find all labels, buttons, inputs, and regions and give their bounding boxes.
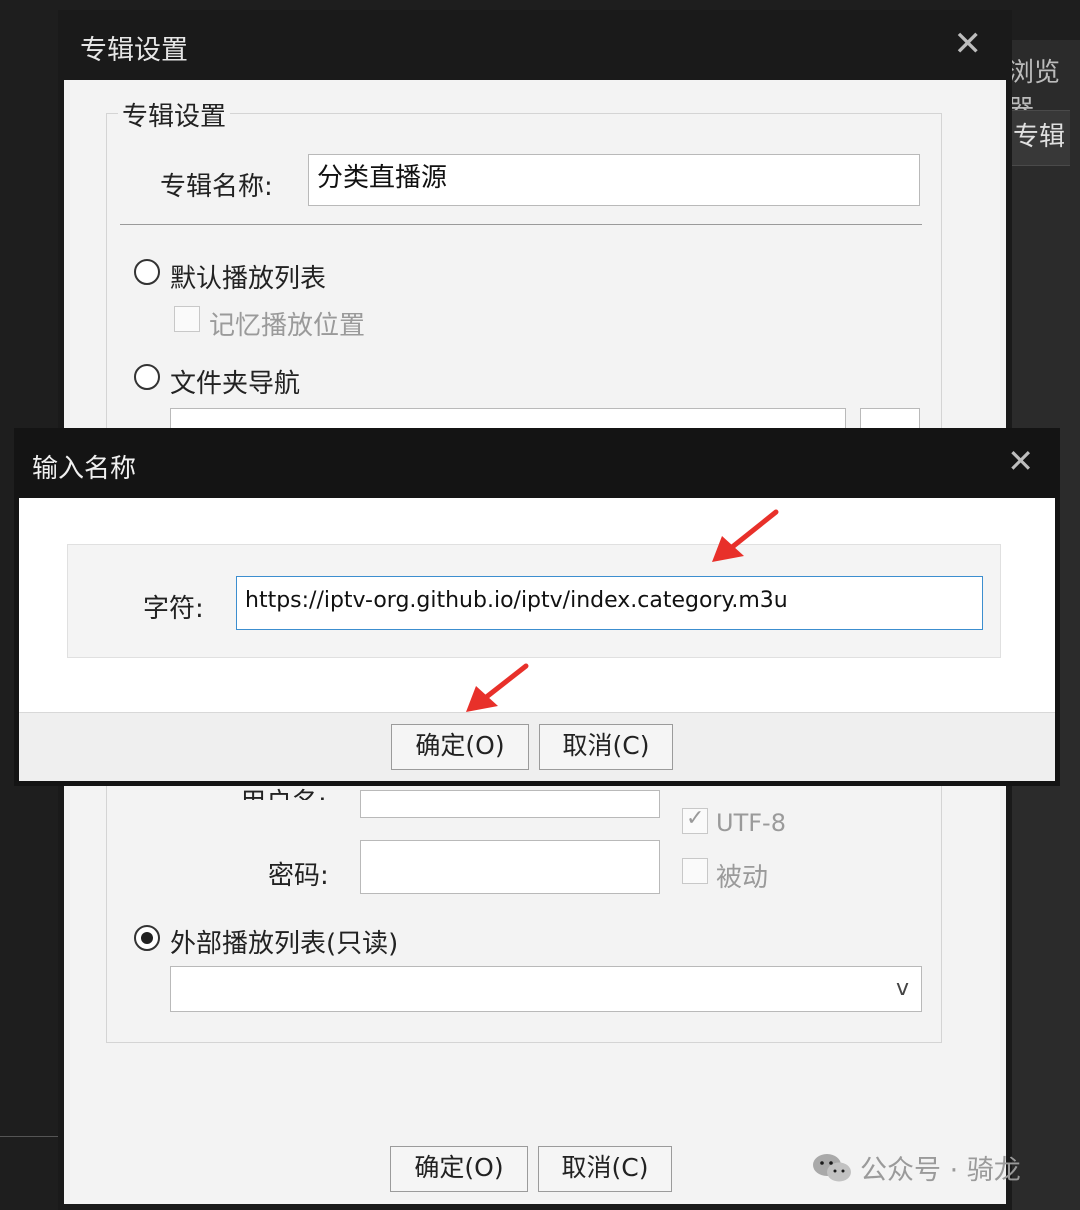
watermark: 公众号 · 骑龙 (812, 1148, 1021, 1191)
arrow-to-ok-button (466, 663, 529, 712)
arrow-to-url-field (712, 509, 779, 562)
watermark-text: 公众号 · 骑龙 (860, 1155, 1021, 1186)
wechat-icon (812, 1152, 852, 1191)
annotation-arrows (466, 509, 779, 712)
